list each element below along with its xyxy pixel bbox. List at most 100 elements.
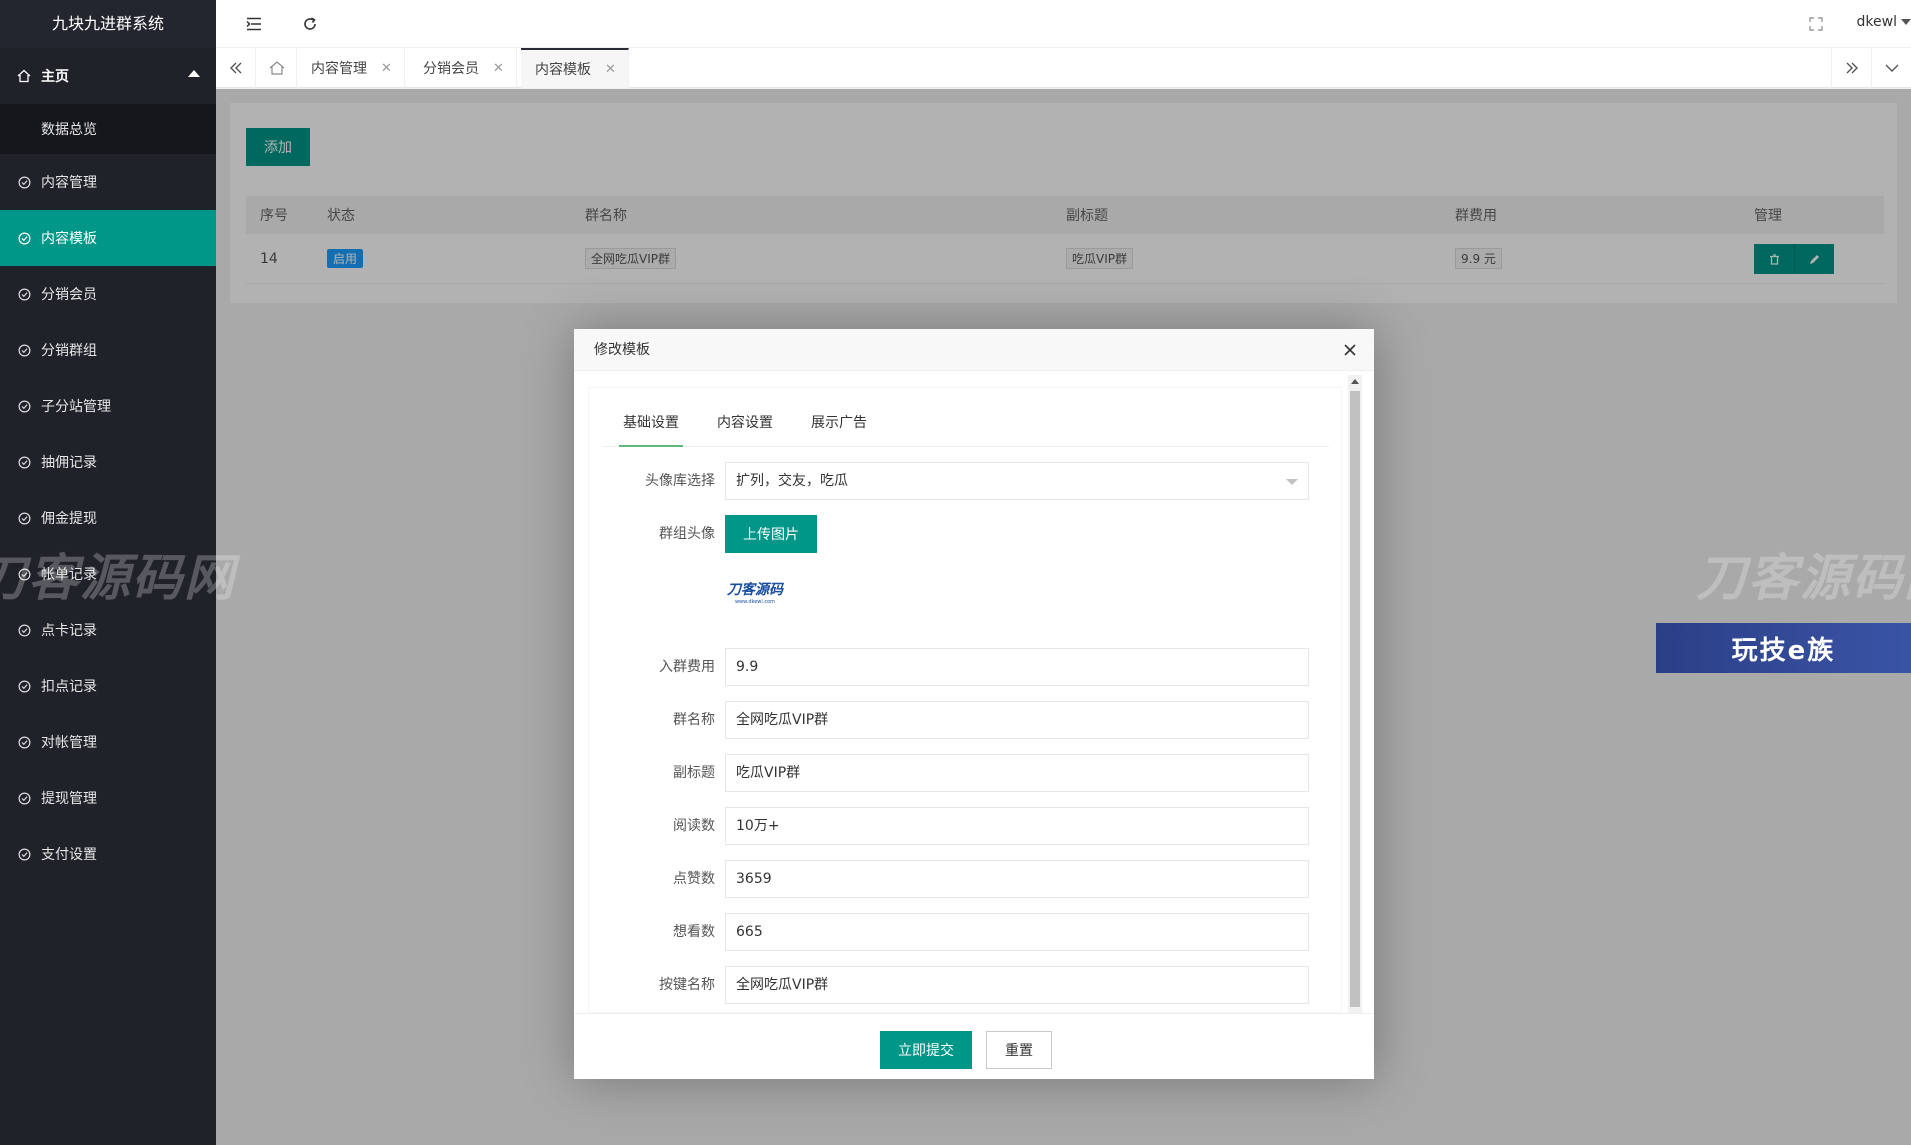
shield-check-icon (16, 398, 32, 414)
sidebar-item-distribution-groups[interactable]: 分销群组 (0, 322, 216, 378)
sidebar-subitem-dashboard[interactable]: 数据总览 (0, 104, 216, 154)
home-icon (269, 61, 284, 75)
sidebar-item-label: 内容模板 (41, 231, 97, 247)
shield-check-icon (16, 230, 32, 246)
upload-image-button[interactable]: 上传图片 (725, 515, 817, 553)
sidebar-item-card-records[interactable]: 点卡记录 (0, 602, 216, 658)
sidebar-item-label: 分销群组 (41, 343, 97, 359)
form-row-wants: 想看数 665 (589, 913, 1319, 951)
tab-close-icon[interactable]: ✕ (605, 62, 616, 77)
tab-close-icon[interactable]: ✕ (381, 61, 392, 76)
modal-scrollbar[interactable] (1348, 375, 1362, 1075)
chevron-down-icon (1286, 479, 1298, 485)
tab-distribution-members[interactable]: 分销会员 ✕ (409, 48, 517, 88)
shield-check-icon (16, 734, 32, 750)
tab-content-settings[interactable]: 内容设置 (713, 400, 777, 447)
tab-label: 分销会员 (423, 61, 479, 77)
field-label: 阅读数 (673, 818, 715, 834)
select-value: 扩列，交友，吃瓜 (736, 473, 848, 489)
sidebar-item-label: 扣点记录 (41, 679, 97, 695)
subtitle-input[interactable]: 吃瓜VIP群 (725, 754, 1309, 792)
sidebar-item-label: 子分站管理 (41, 399, 111, 415)
modal-body: 基础设置 内容设置 展示广告 头像库选择 扩列，交友，吃瓜 群组头像 上传图片 … (588, 387, 1342, 1013)
shield-check-icon (16, 790, 32, 806)
user-menu[interactable]: dkewl (1857, 14, 1911, 30)
form-row-reads: 阅读数 10万+ (589, 807, 1319, 845)
caret-up-icon (188, 70, 200, 77)
scroll-up-icon[interactable] (1351, 379, 1359, 384)
modal-header: 修改模板 (574, 329, 1374, 371)
sidebar-item-label: 内容管理 (41, 175, 97, 191)
field-label: 入群费用 (659, 659, 715, 675)
page-tabs-bar: 内容管理 ✕ 分销会员 ✕ 内容模板 ✕ (216, 48, 1911, 88)
tabs-menu-chevron-icon[interactable] (1871, 48, 1911, 88)
form-row-group-avatar: 群组头像 上传图片 (589, 515, 1319, 553)
refresh-icon[interactable] (300, 14, 320, 34)
tabs-scroll-right-icon[interactable] (1831, 48, 1871, 88)
fullscreen-icon[interactable] (1806, 14, 1826, 34)
sidebar-item-label: 主页 (41, 69, 69, 85)
modal-tabs: 基础设置 内容设置 展示广告 (603, 400, 1329, 447)
fee-input[interactable]: 9.9 (725, 648, 1309, 686)
sidebar-item-label: 分销会员 (41, 287, 97, 303)
sidebar-item-reconciliation[interactable]: 对帐管理 (0, 714, 216, 770)
field-label: 想看数 (673, 924, 715, 940)
sidebar-item-deduction-records[interactable]: 扣点记录 (0, 658, 216, 714)
avatar-lib-select[interactable]: 扩列，交友，吃瓜 (725, 462, 1309, 500)
field-label: 群名称 (673, 712, 715, 728)
menu-toggle-icon[interactable] (244, 14, 264, 34)
edit-template-modal: 修改模板 基础设置 内容设置 展示广告 头像库选择 扩列，交友，吃瓜 群组头像 … (574, 329, 1374, 1079)
submit-button[interactable]: 立即提交 (880, 1031, 972, 1069)
tab-basic-settings[interactable]: 基础设置 (619, 400, 683, 447)
modal-footer: 立即提交 重置 (574, 1013, 1374, 1079)
scrollbar-thumb[interactable] (1350, 391, 1360, 1007)
field-label: 头像库选择 (645, 473, 715, 489)
field-label: 群组头像 (659, 526, 715, 542)
sidebar-item-label: 提现管理 (41, 791, 97, 807)
sidebar-item-label: 点卡记录 (41, 623, 97, 639)
reset-button[interactable]: 重置 (986, 1031, 1052, 1069)
form-row-fee: 入群费用 9.9 (589, 648, 1319, 686)
sidebar-item-payment-settings[interactable]: 支付设置 (0, 826, 216, 882)
tabs-scroll-left-icon[interactable] (216, 48, 256, 88)
tab-label: 内容模板 (535, 62, 591, 78)
watermark: 刀客源码网 (0, 549, 236, 607)
form-row-avatar-lib: 头像库选择 扩列，交友，吃瓜 (589, 462, 1319, 500)
shield-check-icon (16, 510, 32, 526)
tab-content-manage[interactable]: 内容管理 ✕ (297, 48, 405, 88)
top-header: dkewl (216, 0, 1911, 48)
shield-check-icon (16, 454, 32, 470)
tab-close-icon[interactable]: ✕ (493, 61, 504, 76)
sidebar-item-label: 对帐管理 (41, 735, 97, 751)
shield-check-icon (16, 286, 32, 302)
shield-check-icon (16, 174, 32, 190)
sidebar-item-label: 佣金提现 (41, 511, 97, 527)
form-row-likes: 点赞数 3659 (589, 860, 1319, 898)
button-name-input[interactable]: 全网吃瓜VIP群 (725, 966, 1309, 1004)
group-name-input[interactable]: 全网吃瓜VIP群 (725, 701, 1309, 739)
sidebar-item-commission-records[interactable]: 抽佣记录 (0, 434, 216, 490)
tab-display-ads[interactable]: 展示广告 (807, 400, 871, 447)
likes-input[interactable]: 3659 (725, 860, 1309, 898)
tab-content-template[interactable]: 内容模板 ✕ (521, 48, 629, 88)
dropdown-caret-icon (1901, 19, 1911, 25)
tab-home[interactable] (257, 48, 297, 88)
shield-check-icon (16, 622, 32, 638)
reads-input[interactable]: 10万+ (725, 807, 1309, 845)
wants-input[interactable]: 665 (725, 913, 1309, 951)
sidebar-item-withdraw-manage[interactable]: 提现管理 (0, 770, 216, 826)
sidebar-item-content-template[interactable]: 内容模板 (0, 210, 216, 266)
close-icon[interactable] (1342, 342, 1358, 358)
sidebar-item-substation[interactable]: 子分站管理 (0, 378, 216, 434)
username: dkewl (1856, 14, 1897, 30)
promo-banner: 玩技e族 (1656, 623, 1911, 673)
shield-check-icon (16, 342, 32, 358)
field-label: 副标题 (673, 765, 715, 781)
field-label: 按键名称 (659, 977, 715, 993)
thumb-logo-subtext: www.dkewl.com (734, 599, 776, 605)
sidebar-item-distribution-members[interactable]: 分销会员 (0, 266, 216, 322)
tab-label: 内容管理 (311, 61, 367, 77)
form-row-button-name: 按键名称 全网吃瓜VIP群 (589, 966, 1319, 1004)
sidebar-item-home[interactable]: 主页 (0, 48, 216, 104)
sidebar-item-content-manage[interactable]: 内容管理 (0, 154, 216, 210)
